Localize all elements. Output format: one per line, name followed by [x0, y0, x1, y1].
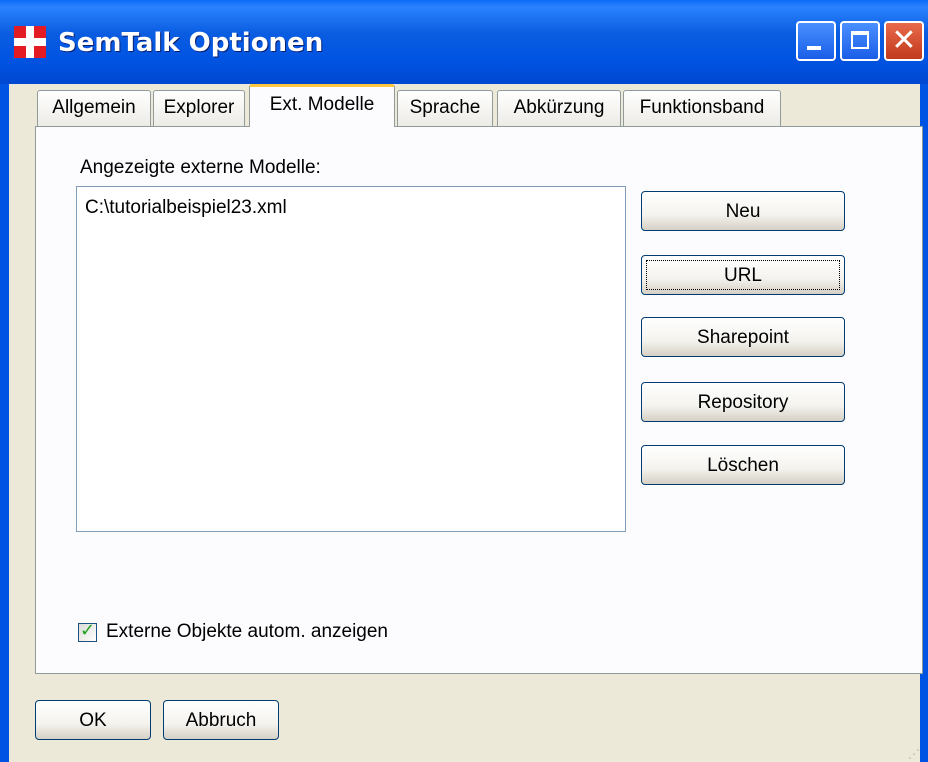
list-item[interactable]: C:\tutorialbeispiel23.xml — [85, 197, 287, 219]
window-title: SemTalk Optionen — [58, 28, 324, 58]
close-button[interactable]: ✕ — [884, 21, 924, 61]
tab-sprache[interactable]: Sprache — [397, 90, 493, 126]
minimize-icon — [807, 46, 821, 50]
auto-show-checkbox[interactable]: ✓ — [78, 620, 97, 642]
tab-allgemein[interactable]: Allgemein — [37, 90, 151, 126]
sharepoint-button[interactable]: Sharepoint — [641, 317, 845, 357]
cancel-button[interactable]: Abbruch — [163, 700, 279, 740]
semtalk-app-icon — [14, 26, 46, 58]
minimize-button[interactable] — [796, 21, 836, 61]
external-models-list[interactable]: C:\tutorialbeispiel23.xml — [76, 186, 626, 532]
tab-panel-ext-modelle: Angezeigte externe Modelle: C:\tutorialb… — [35, 126, 923, 674]
auto-show-checkbox-label[interactable]: Externe Objekte autom. anzeigen — [106, 621, 388, 643]
delete-button[interactable]: Löschen — [641, 445, 845, 485]
close-icon: ✕ — [891, 23, 917, 58]
new-button[interactable]: Neu — [641, 191, 845, 231]
tab-abkuerzung[interactable]: Abkürzung — [497, 90, 621, 126]
url-button[interactable]: URL — [641, 255, 845, 295]
checkmark-icon: ✓ — [80, 620, 96, 641]
resize-grip-icon[interactable]: ⋰ — [904, 746, 920, 762]
maximize-button[interactable] — [840, 21, 880, 61]
tab-explorer[interactable]: Explorer — [153, 90, 245, 126]
external-models-label: Angezeigte externe Modelle: — [80, 157, 321, 178]
ok-button[interactable]: OK — [35, 700, 151, 740]
tab-funktionsband[interactable]: Funktionsband — [623, 90, 781, 126]
dialog-body: Allgemein Explorer Ext. Modelle Sprache … — [9, 84, 923, 762]
maximize-icon — [851, 31, 869, 49]
dialog-window: SemTalk Optionen ✕ Allgemein Explorer Ex… — [0, 0, 928, 762]
tab-ext-modelle[interactable]: Ext. Modelle — [249, 84, 395, 127]
title-bar[interactable]: SemTalk Optionen ✕ — [0, 0, 928, 84]
repository-button[interactable]: Repository — [641, 382, 845, 422]
